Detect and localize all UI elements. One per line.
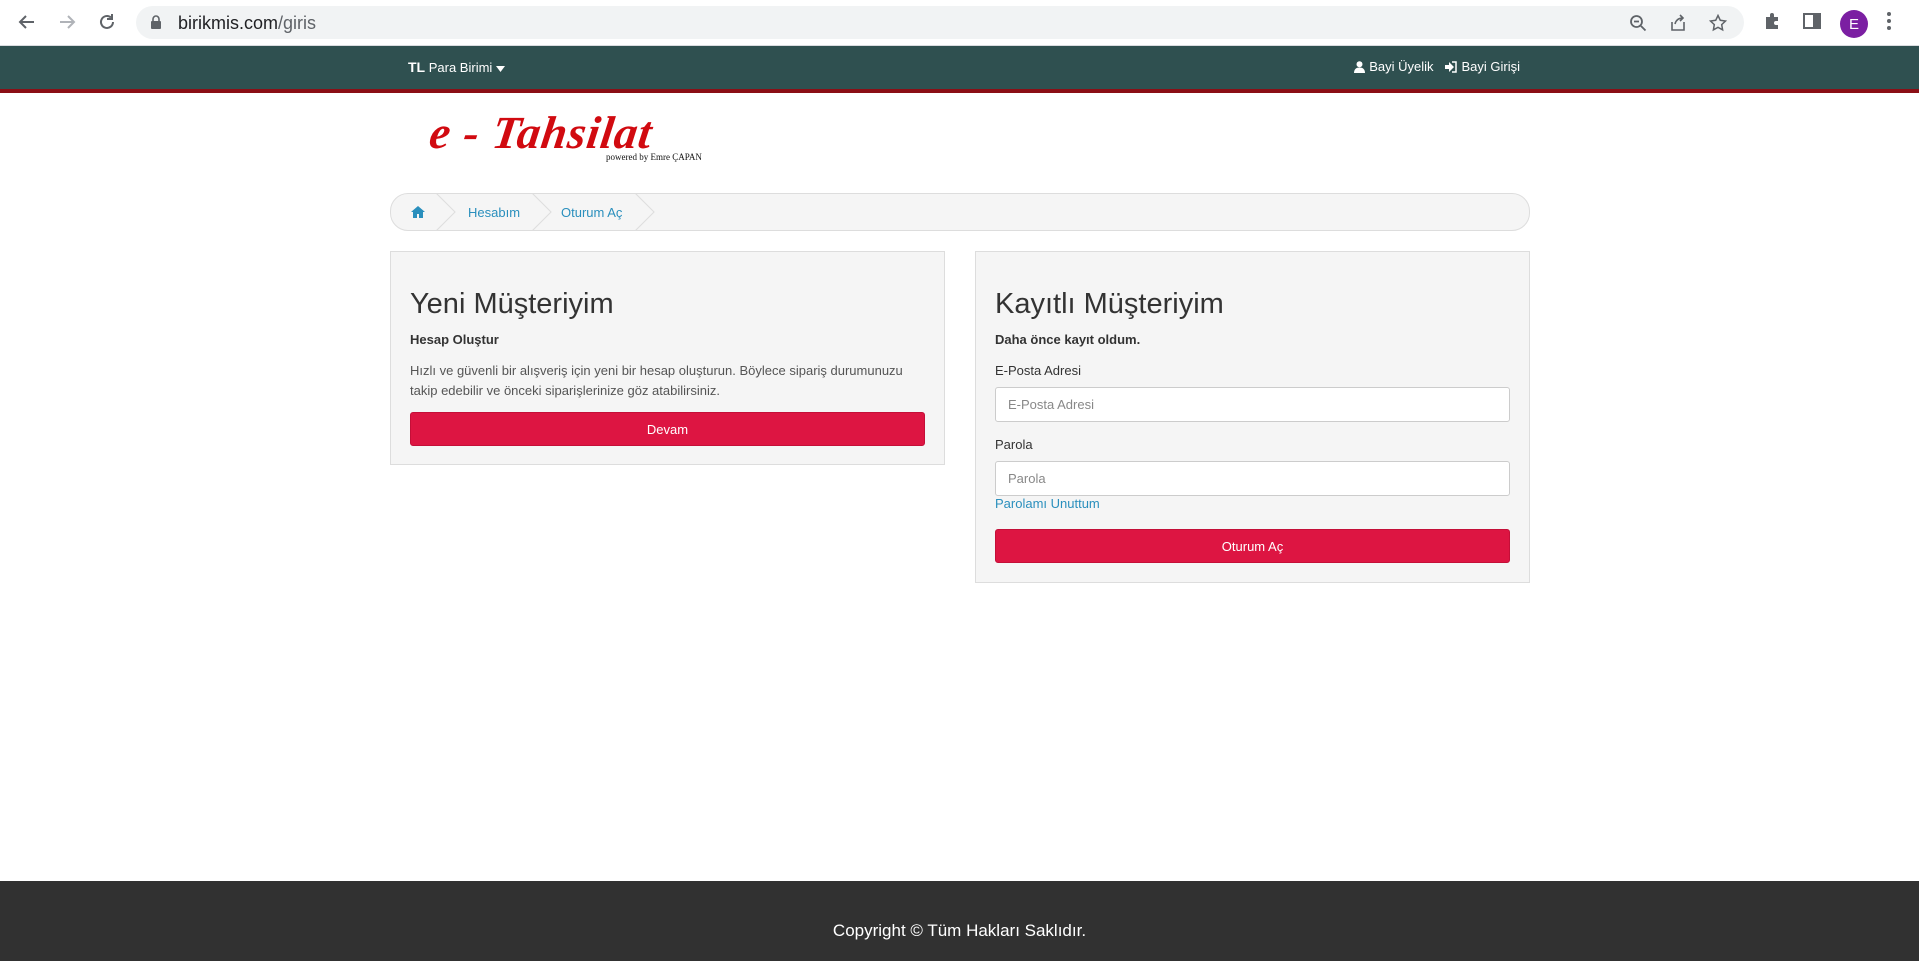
- logo-subtitle: powered by Emre ÇAPAN: [606, 152, 702, 162]
- breadcrumb-item-login[interactable]: Oturum Aç: [561, 194, 622, 230]
- share-icon[interactable]: [1669, 14, 1687, 32]
- dealer-login-link[interactable]: Bayi Girişi: [1445, 59, 1520, 74]
- bookmark-star-icon[interactable]: [1708, 13, 1728, 32]
- returning-customer-title: Kayıtlı Müşteriyim: [995, 288, 1224, 320]
- continue-button[interactable]: Devam: [410, 412, 925, 446]
- site-topbar: TL Para Birimi Bayi Üyelik Bayi Girişi: [0, 46, 1919, 93]
- back-icon[interactable]: [14, 9, 40, 35]
- sign-in-icon: [1445, 60, 1458, 73]
- extensions-icon[interactable]: [1762, 11, 1784, 33]
- more-menu-icon[interactable]: [1886, 11, 1892, 36]
- address-bar[interactable]: birikmis.com/giris: [136, 6, 1744, 39]
- reload-icon[interactable]: [94, 9, 120, 35]
- breadcrumb-separator: [635, 194, 655, 230]
- breadcrumb-home[interactable]: [411, 194, 425, 230]
- breadcrumb-item-account[interactable]: Hesabım: [468, 194, 520, 230]
- breadcrumb: Hesabım Oturum Aç: [390, 193, 1530, 231]
- site-footer: Copyright © Tüm Hakları Saklıdır.: [0, 881, 1919, 961]
- new-customer-description: Hızlı ve güvenli bir alışveriş için yeni…: [410, 363, 903, 398]
- forward-icon[interactable]: [54, 9, 80, 35]
- forgot-password-link[interactable]: Parolamı Unuttum: [995, 496, 1100, 511]
- email-field[interactable]: [995, 387, 1510, 422]
- site-logo[interactable]: e - Tahsilat powered by Emre ÇAPAN: [426, 107, 730, 168]
- copyright-text: Copyright © Tüm Hakları Saklıdır.: [832, 921, 1087, 940]
- email-label: E-Posta Adresi: [995, 363, 1081, 378]
- logo-title: e - Tahsilat: [426, 107, 657, 158]
- returning-customer-panel: Kayıtlı Müşteriyim Daha önce kayıt oldum…: [975, 251, 1530, 583]
- new-customer-title: Yeni Müşteriyim: [410, 288, 614, 320]
- password-label: Parola: [995, 437, 1033, 452]
- side-panel-icon[interactable]: [1802, 11, 1824, 33]
- home-icon: [411, 206, 425, 218]
- currency-dropdown[interactable]: TL Para Birimi: [408, 59, 505, 75]
- breadcrumb-separator: [436, 194, 456, 230]
- topbar-links: Bayi Üyelik Bayi Girişi: [1354, 59, 1520, 74]
- address-url: birikmis.com/giris: [178, 13, 317, 33]
- breadcrumb-separator: [532, 194, 552, 230]
- browser-toolbar: birikmis.com/giris E: [0, 0, 1919, 46]
- new-customer-panel: Yeni Müşteriyim Hesap Oluştur Hızlı ve g…: [390, 251, 945, 465]
- password-field[interactable]: [995, 461, 1510, 496]
- returning-customer-subtitle: Daha önce kayıt oldum.: [995, 332, 1141, 347]
- zoom-icon[interactable]: [1629, 14, 1647, 32]
- login-button[interactable]: Oturum Aç: [995, 529, 1510, 563]
- dealer-signup-link[interactable]: Bayi Üyelik: [1354, 59, 1433, 74]
- caret-down-icon: [495, 60, 505, 75]
- user-icon: [1354, 60, 1366, 73]
- profile-avatar[interactable]: E: [1840, 10, 1868, 38]
- lock-icon: [150, 15, 162, 35]
- currency-label: Para Birimi: [428, 60, 493, 75]
- new-customer-subtitle: Hesap Oluştur: [410, 332, 499, 347]
